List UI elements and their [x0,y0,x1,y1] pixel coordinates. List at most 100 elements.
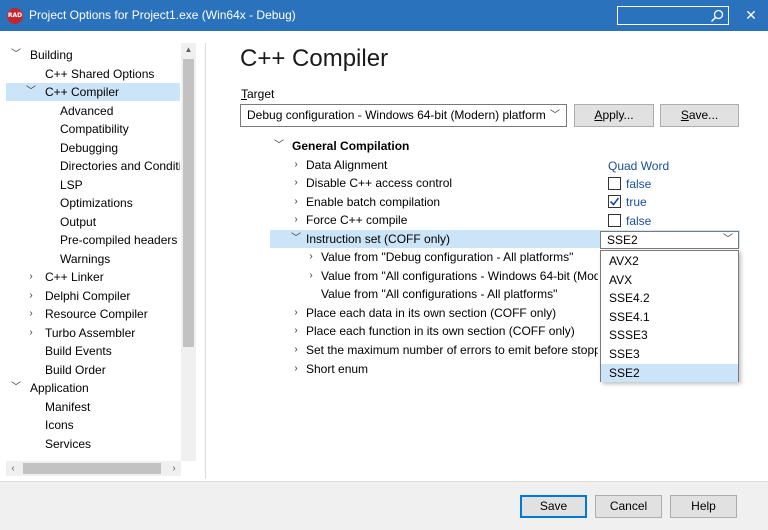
tree-item[interactable]: Advanced [6,102,180,120]
options-tree: ﹀ Building C++ Shared Options ﹀ C++ Compiler… [0,43,196,479]
tree-item-label: C++ Shared Options [45,66,155,81]
chevron-down-icon[interactable]: ﹀ [26,83,36,101]
tree-item-label: Directories and Conditio [60,159,180,173]
tree-item[interactable]: ﹀ C++ Compiler [6,83,180,101]
tree-item[interactable]: ﹀ Building [6,46,180,64]
chevron-right-icon[interactable]: › [291,322,301,340]
force-cpp-compile-checkbox[interactable] [608,214,621,227]
chevron-down-icon[interactable]: ﹀ [11,379,21,397]
scroll-thumb[interactable] [183,59,194,347]
tree-vertical-scrollbar[interactable]: ▲ [181,43,196,461]
grid-section-header[interactable]: ﹀ General Compilation [270,137,740,155]
tree-item[interactable]: Pre-compiled headers [6,231,180,249]
disable-access-control-checkbox[interactable] [608,177,621,190]
chevron-right-icon[interactable]: › [291,174,301,192]
chevron-right-icon[interactable]: › [26,287,36,305]
rad-app-icon: RAD [7,8,23,24]
dropdown-option[interactable]: AVX2 [601,252,738,270]
tree-item[interactable]: Compatibility [6,120,180,138]
tree-item[interactable]: ﹀ Application [6,379,180,397]
checkmark-icon [609,197,620,206]
panel-splitter[interactable] [205,43,206,479]
chevron-down-icon[interactable]: ﹀ [274,137,284,155]
tree-item[interactable]: Services [6,435,180,453]
dropdown-option[interactable]: SSE4.1 [601,308,738,326]
tree-item[interactable]: Build Events [6,342,180,360]
chevron-down-icon[interactable]: ﹀ [291,230,301,248]
enable-batch-compilation-checkbox[interactable] [608,195,621,208]
save-button[interactable]: Save [520,495,587,518]
chevron-right-icon[interactable]: › [291,211,301,229]
tree-item-label: Manifest [45,399,91,414]
tree-item-label: Output [60,214,97,229]
grid-row[interactable]: › Enable batch compilation [270,193,740,211]
tree-item-label: Turbo Assembler [45,325,136,340]
checkbox-label: true [626,195,647,209]
tree-horizontal-scrollbar[interactable]: ‹ › [6,461,181,476]
grid-row-label: Value from "All configurations - All pla… [321,287,558,301]
chevron-right-icon[interactable]: › [291,360,301,378]
tree-item[interactable]: Manifest [6,398,180,416]
dropdown-option[interactable]: SSE2 [601,363,738,382]
scroll-up-icon[interactable]: ▲ [181,43,196,57]
tree-item[interactable]: Icons [6,416,180,434]
grid-row-label: Short enum [306,362,369,376]
grid-row[interactable]: › Force C++ compile [270,211,740,229]
chevron-right-icon[interactable]: › [306,267,316,285]
tree-item[interactable]: › Resource Compiler [6,305,180,323]
chevron-down-icon[interactable]: ﹀ [723,232,733,248]
grid-row-label: Instruction set (COFF only) [306,232,451,246]
tree-item[interactable]: Output [6,213,180,231]
save-target-button[interactable]: Save... [660,104,739,127]
tree-item[interactable]: Warnings [6,250,180,268]
tree-item[interactable]: LSP [6,176,180,194]
grid-row[interactable]: › Disable C++ access control [270,174,740,192]
instruction-set-combo[interactable]: SSE2 ﹀ [600,231,739,249]
chevron-right-icon[interactable]: › [291,193,301,211]
tree-item[interactable]: › C++ Linker [6,268,180,286]
instruction-set-dropdown-list: AVX2 AVX SSE4.2 SSE4.1 SSSE3 SSE3 SSE2 [600,250,739,382]
chevron-down-icon[interactable]: ﹀ [550,105,560,126]
grid-row[interactable]: › Data Alignment [270,156,740,174]
chevron-right-icon[interactable]: › [306,248,316,266]
tree-item[interactable]: Directories and Conditio [6,157,180,175]
chevron-right-icon[interactable]: › [291,156,301,174]
chevron-right-icon[interactable]: › [291,341,301,359]
data-alignment-value[interactable]: Quad Word [608,157,669,175]
chevron-down-icon[interactable]: ﹀ [11,46,21,64]
grid-row-label: Force C++ compile [306,213,408,227]
grid-row-label: Data Alignment [306,158,388,172]
window-title: Project Options for Project1.exe (Win64x… [29,8,296,22]
close-icon[interactable]: ✕ [738,5,764,25]
grid-row-label: Place each function in its own section (… [306,324,575,338]
scroll-right-icon[interactable]: › [167,461,181,476]
chevron-right-icon[interactable]: › [291,304,301,322]
scroll-left-icon[interactable]: ‹ [6,461,20,476]
chevron-right-icon[interactable]: › [26,305,36,323]
chevron-right-icon[interactable]: › [26,268,36,286]
target-select[interactable]: Debug configuration - Windows 64-bit (Mo… [240,104,567,127]
cancel-button[interactable]: Cancel [595,495,662,518]
apply-button[interactable]: Apply... [574,104,654,127]
scroll-thumb-horizontal[interactable] [23,463,161,474]
target-label: Target [241,87,275,101]
tree-item[interactable]: Debugging [6,139,180,157]
chevron-right-icon[interactable]: › [26,324,36,342]
checkbox-label: false [626,177,652,191]
tree-item[interactable]: Optimizations [6,194,180,212]
dropdown-option[interactable]: SSE4.2 [601,289,738,307]
tree-item[interactable]: Build Order [6,361,180,379]
dropdown-option[interactable]: AVX [601,271,738,289]
tree-item[interactable]: C++ Shared Options [6,65,180,83]
help-button[interactable]: Help [670,495,737,518]
tree-item-label: C++ Linker [45,270,104,284]
tree-item-label: Building [30,48,73,62]
tree-item[interactable]: › Delphi Compiler [6,287,180,305]
dropdown-option[interactable]: SSSE3 [601,326,738,344]
title-search-input[interactable] [617,6,729,25]
tree-item-label: LSP [60,177,83,192]
search-icon[interactable] [710,9,724,23]
tree-item-label: Warnings [60,251,111,266]
tree-item[interactable]: › Turbo Assembler [6,324,180,342]
dropdown-option[interactable]: SSE3 [601,345,738,363]
